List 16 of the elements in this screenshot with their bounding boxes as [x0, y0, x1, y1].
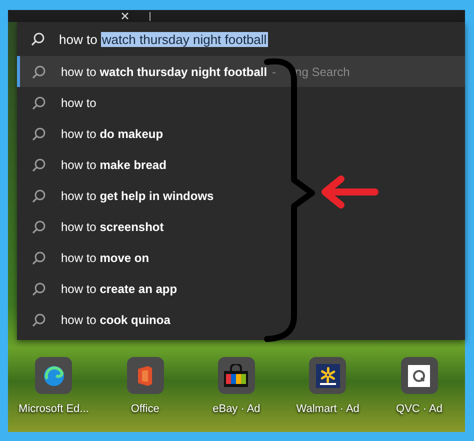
- app-label: Microsoft Ed...: [18, 403, 89, 415]
- suggestion-item[interactable]: how to make bread: [17, 149, 465, 180]
- suggestion-item[interactable]: how to move on: [17, 242, 465, 273]
- suggestion-item[interactable]: how to create an app: [17, 273, 465, 304]
- app-label: eBay · Ad: [212, 403, 260, 415]
- suggestion-item[interactable]: how to watch thursday night football - ng Search: [17, 56, 465, 87]
- search-source-text: ng Search: [295, 64, 350, 78]
- suggestion-item[interactable]: how to screenshot: [17, 211, 465, 242]
- app-label: QVC · Ad: [396, 403, 442, 415]
- suggestion-item[interactable]: how to cook quinoa: [17, 304, 465, 335]
- separator-dash: -: [272, 64, 276, 78]
- app-label: Walmart · Ad: [296, 403, 360, 415]
- suggestion-item[interactable]: how to get help in windows: [17, 180, 465, 211]
- suggestion-item[interactable]: how to: [17, 87, 465, 118]
- app-label: Office: [130, 403, 160, 415]
- suggestion-item[interactable]: how to do makeup: [17, 118, 465, 149]
